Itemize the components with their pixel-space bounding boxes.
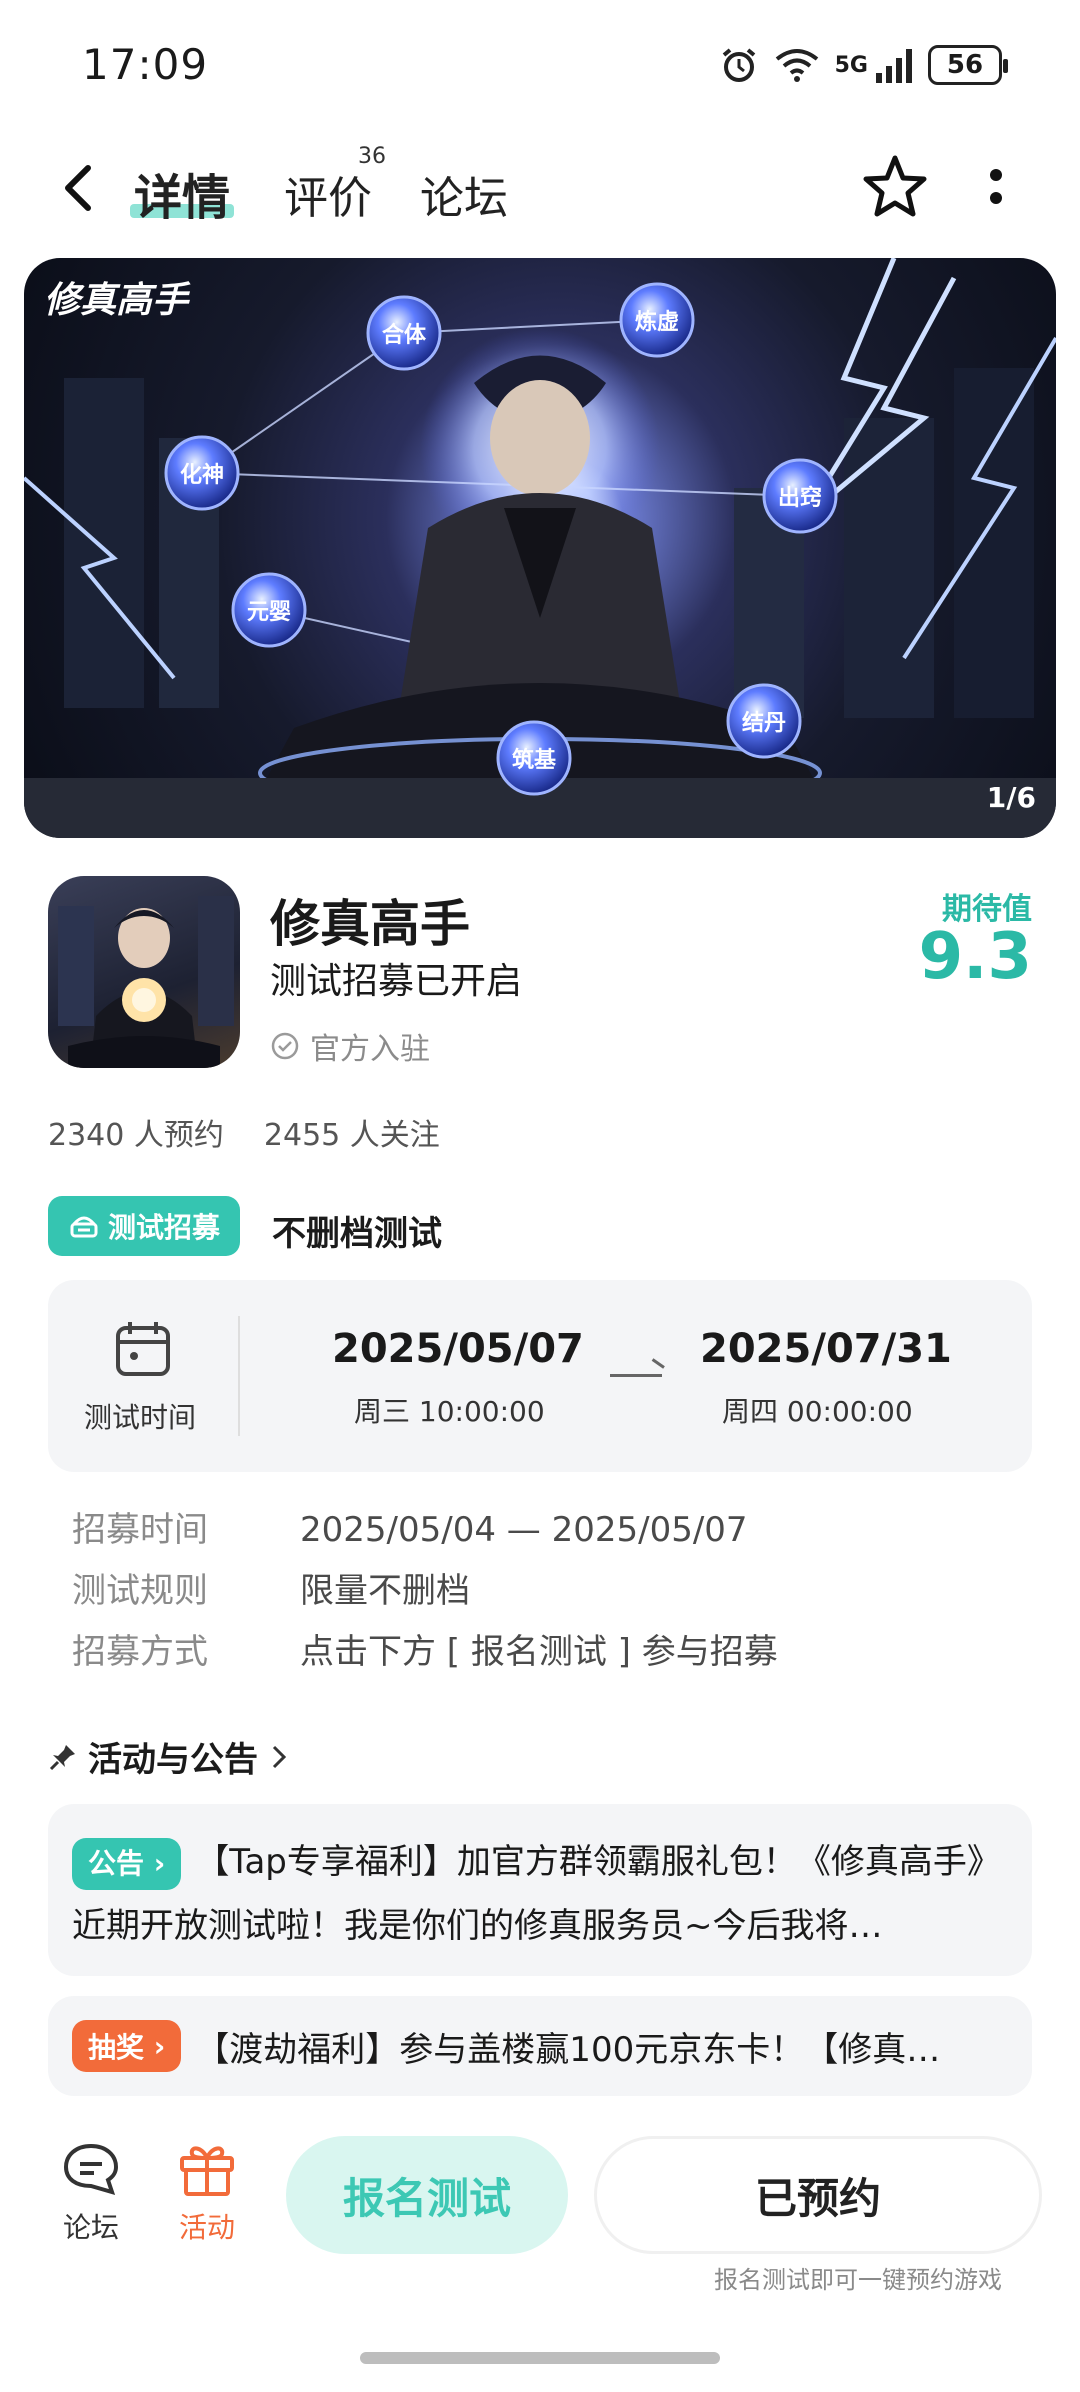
orb-label: 筑基 (512, 747, 557, 773)
game-banner[interactable]: 合体 炼虚 化神 出窍 元婴 结丹 筑基 修真高手 1/6 (24, 258, 1056, 838)
forum-nav-button[interactable]: 论坛 (60, 2140, 122, 2246)
more-options-icon[interactable] (984, 164, 1008, 214)
rule-row: 招募时间 2025/05/04 — 2025/05/07 (72, 1500, 778, 1561)
reviews-count-badge: 36 (358, 144, 386, 169)
status-time: 17:09 (82, 40, 209, 89)
test-recruit-tag: 测试招募 (48, 1196, 241, 1256)
top-nav: 详情 评价 36 论坛 (0, 140, 1080, 240)
lottery-tag: 抽奖 › (72, 2020, 182, 2072)
notice-text: 【Tap专享福利】加官方群领霸服礼包！《修真高手》近期开放测试啦！我是你们的修真… (72, 1842, 1001, 1946)
expectation-score: 9.3 (918, 920, 1032, 994)
tab-details[interactable]: 详情 (134, 158, 230, 228)
wifi-icon (775, 49, 818, 82)
arrow-right-icon (610, 1374, 662, 1377)
orb-label: 合体 (382, 322, 427, 348)
banner-logo: 修真高手 (44, 279, 191, 321)
check-circle-icon (271, 1032, 299, 1060)
activity-label: 活动 (178, 2211, 235, 2244)
notice-tag: 公告 › (72, 1837, 182, 1890)
home-indicator[interactable] (360, 2352, 720, 2364)
test-time-card (48, 1280, 1032, 1472)
orb-label: 出窍 (778, 485, 822, 511)
tab-reviews[interactable]: 评价 (284, 162, 372, 226)
pin-icon (49, 1744, 75, 1770)
battery-icon: 56 (928, 45, 1008, 85)
test-time-label: 测试时间 (84, 1401, 197, 1434)
recruit-icon (70, 1216, 98, 1238)
reserve-hint: 报名测试即可一键预约游戏 (714, 2266, 1002, 2294)
forum-label: 论坛 (62, 2211, 119, 2244)
reservation-count: 2340 人预约 (48, 1118, 224, 1153)
banner-artwork: 合体 炼虚 化神 出窍 元婴 结丹 筑基 修真高手 (24, 258, 1056, 838)
orb-label: 炼虚 (635, 309, 679, 335)
notice-item[interactable]: 公告 › 【Tap专享福利】加官方群领霸服礼包！《修真高手》近期开放测试啦！我是你… (48, 1804, 1032, 1976)
game-app-icon (48, 876, 240, 1068)
game-subtitle: 测试招募已开启 (270, 961, 523, 1002)
orb-label: 化神 (180, 462, 224, 488)
calendar-icon (116, 1322, 170, 1376)
alarm-icon (722, 48, 755, 82)
battery-level: 56 (946, 50, 984, 80)
back-icon[interactable] (58, 162, 98, 214)
orb-label: 元婴 (247, 600, 291, 625)
lottery-tag-label: 抽奖 (88, 2031, 145, 2064)
official-badge: 官方入驻 (270, 1024, 430, 1068)
favorite-star-icon[interactable] (860, 152, 930, 222)
activity-nav-button[interactable]: 活动 (176, 2140, 238, 2246)
gift-icon (180, 2146, 234, 2196)
notice-tag-label: 公告 (88, 1846, 145, 1880)
rule-value: 点击下方 [ 报名测试 ] 参与招募 (300, 1632, 778, 1672)
notices-header-label: 活动与公告 (88, 1740, 258, 1780)
divider (238, 1316, 240, 1436)
banner-page-counter: 1/6 (986, 781, 1036, 814)
test-type: 不删档测试 (272, 1214, 442, 1254)
rule-row: 招募方式 点击下方 [ 报名测试 ] 参与招募 (72, 1622, 778, 1683)
end-date: 2025/07/31 (700, 1326, 952, 1372)
test-tag-label: 测试招募 (108, 1211, 221, 1244)
end-time: 周四 00:00:00 (722, 1395, 913, 1428)
rule-row: 测试规则 限量不删档 (72, 1561, 778, 1622)
signup-test-button[interactable]: 报名测试 (286, 2136, 568, 2254)
reserved-button[interactable]: 已预约 (594, 2136, 1042, 2254)
game-stats: 2340 人预约 2455 人关注 (48, 1110, 440, 1154)
notices-header[interactable]: 活动与公告 (48, 1732, 290, 1781)
rule-key: 招募方式 (72, 1632, 208, 1672)
test-rules: 招募时间 2025/05/04 — 2025/05/07 测试规则 限量不删档 … (72, 1500, 778, 1683)
forum-icon (63, 2143, 119, 2195)
follower-count: 2455 人关注 (263, 1118, 440, 1153)
start-time: 周三 10:00:00 (354, 1395, 545, 1428)
rule-value: 限量不删档 (300, 1571, 470, 1611)
notice-text: 【渡劫福利】参与盖楼赢100元京东卡！【修真… (195, 2029, 941, 2070)
orb-label: 结丹 (742, 710, 786, 736)
notice-item[interactable]: 抽奖 › 【渡劫福利】参与盖楼赢100元京东卡！【修真… (48, 1996, 1032, 2096)
tab-forum[interactable]: 论坛 (420, 162, 508, 226)
rule-value: 2025/05/04 — 2025/05/07 (300, 1510, 748, 1550)
network-label: 5G (834, 52, 868, 78)
start-date: 2025/05/07 (332, 1326, 584, 1372)
chevron-right-icon (272, 1745, 287, 1768)
game-title: 修真高手 (270, 895, 470, 953)
rule-key: 招募时间 (72, 1510, 208, 1550)
rule-key: 测试规则 (72, 1571, 208, 1611)
signal-icon (876, 49, 912, 83)
status-icons: 5G 56 (719, 42, 1008, 88)
official-label: 官方入驻 (310, 1032, 430, 1067)
